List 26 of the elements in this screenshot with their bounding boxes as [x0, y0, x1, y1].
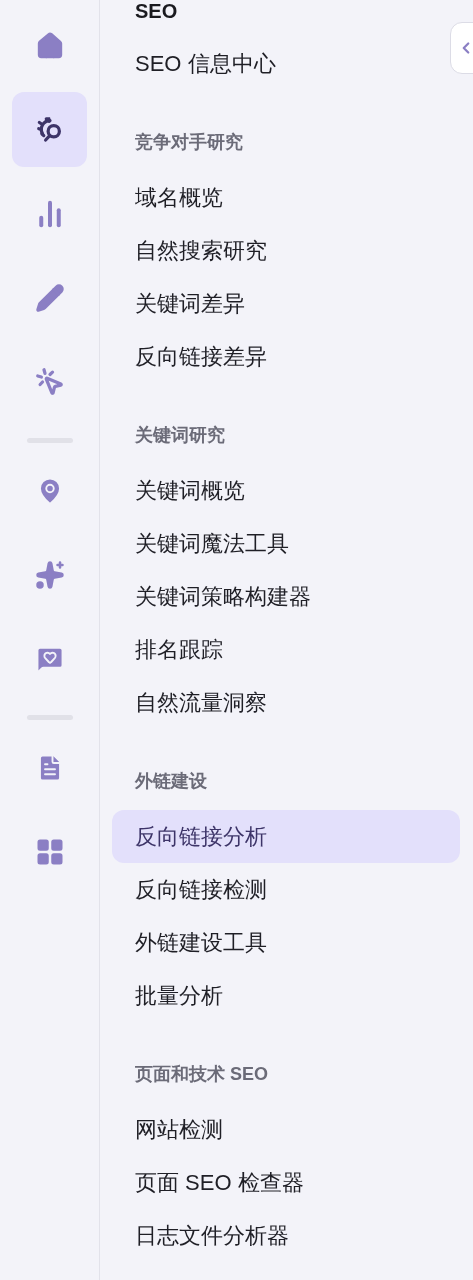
menu-item[interactable]: 自然搜索研究 — [112, 224, 460, 277]
menu-item[interactable]: 关键词策略构建器 — [112, 570, 460, 623]
menu-item[interactable]: 关键词魔法工具 — [112, 517, 460, 570]
cursor-click-icon — [34, 366, 65, 397]
menu-item[interactable]: 域名概览 — [112, 171, 460, 224]
nav-rail-button[interactable] — [12, 92, 87, 167]
menu-item[interactable]: SEO 信息中心 — [112, 37, 448, 90]
menu-item[interactable]: 关键词概览 — [112, 464, 460, 517]
sparkles-icon — [34, 559, 65, 590]
menu-item[interactable]: 页面 SEO 检查器 — [112, 1156, 460, 1209]
menu-item[interactable]: 自然流量洞察 — [112, 676, 460, 729]
menu-item[interactable]: 日志文件分析器 — [112, 1209, 460, 1262]
menu-title: SEO — [134, 0, 178, 21]
menu-item[interactable]: 网站检测 — [112, 1103, 460, 1156]
menu-item[interactable]: 反向链接分析 — [112, 810, 460, 863]
pencil-icon — [34, 282, 65, 313]
menu-item[interactable]: 反向链接差异 — [112, 330, 460, 383]
section-heading: 页面和技术 SEO — [134, 1062, 268, 1086]
section-heading: 外链建设 — [134, 769, 207, 793]
section-heading: 竞争对手研究 — [134, 130, 243, 154]
menu-item[interactable]: 反向链接检测 — [112, 863, 460, 916]
menu-item[interactable]: 排名跟踪 — [112, 623, 460, 676]
section-heading: 关键词研究 — [134, 423, 225, 447]
menu-item[interactable]: 关键词差异 — [112, 277, 460, 330]
menu-item[interactable]: 批量分析 — [112, 969, 460, 1022]
menu-item[interactable]: 外链建设工具 — [112, 916, 460, 969]
